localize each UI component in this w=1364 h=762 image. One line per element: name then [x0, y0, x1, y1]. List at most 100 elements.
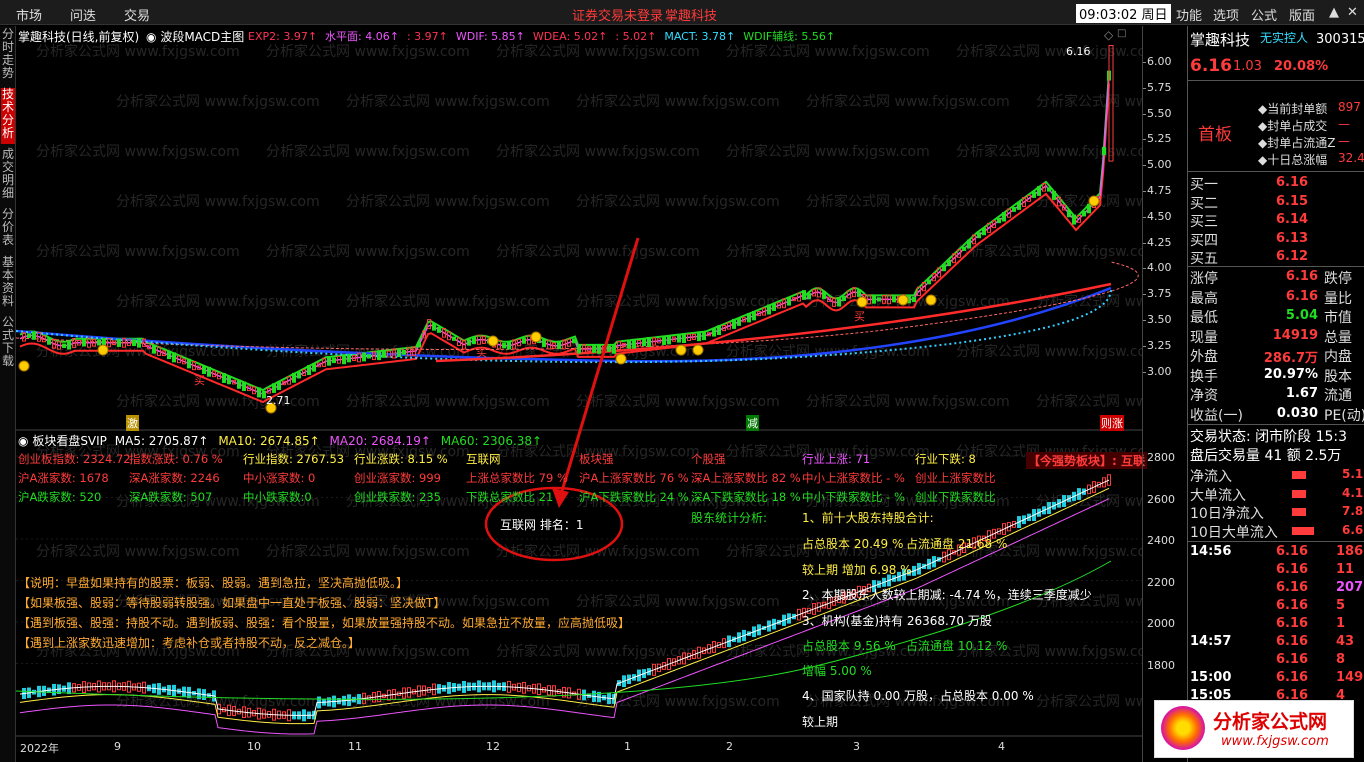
info-label: 量比: [1324, 290, 1352, 307]
square-icon[interactable]: □: [1117, 28, 1126, 39]
close-icon[interactable]: ✕: [1347, 5, 1358, 20]
watermark: 分析家公式网 www.fxjgsw.com: [36, 43, 240, 60]
candle: [507, 341, 511, 350]
diamond-icon[interactable]: ◇: [1104, 28, 1113, 42]
candle: [912, 296, 916, 302]
bid-price: 6.14: [1276, 212, 1309, 227]
candle: [557, 342, 561, 350]
candle: [732, 318, 736, 329]
ma20-value: MA20: 2684.19↑: [329, 434, 431, 448]
candle: [702, 331, 706, 341]
trade-status: 交易状态: 闭市阶段 15:3: [1190, 429, 1348, 445]
watermark: 分析家公式网 www.fxjgsw.com: [726, 143, 930, 160]
watermark: 分析家公式网 www.fxjgsw.com: [956, 243, 1142, 260]
candle: [892, 296, 896, 303]
after-hours: 盘后交易量 41 额 2.5万: [1190, 448, 1342, 464]
candle: [1067, 209, 1071, 218]
tab-price-table[interactable]: 分价表: [1, 208, 15, 250]
sector-rank: 互联网 排名：1: [500, 518, 584, 532]
tick-price: 6.16: [1276, 670, 1309, 685]
quote-panel: 掌趣科技 无实控人 300315 6.16 1.03 20.08% 首板 ◆当前…: [1187, 26, 1364, 762]
chart-area[interactable]: 分析家公式网 www.fxjgsw.com 分析家公式网 www.fxjgsw.c…: [16, 26, 1147, 762]
tick-mark: [1143, 268, 1146, 270]
menu-options[interactable]: 选项: [1213, 5, 1239, 24]
candle: [347, 354, 351, 363]
stat-cell: 指数涨跌: 0.76 %: [129, 452, 223, 466]
watermark: 分析家公式网 www.fxjgsw.com: [1036, 693, 1142, 710]
candle: [747, 313, 751, 323]
candle: [377, 350, 381, 361]
info-value: 286.7万: [1263, 351, 1318, 366]
candle: [502, 343, 506, 349]
candle: [632, 338, 636, 349]
tab-intraday[interactable]: 分时走势: [1, 28, 15, 84]
info-label: 最低: [1190, 310, 1218, 326]
date-tick: 2: [726, 740, 733, 753]
menu-market[interactable]: 市场: [16, 5, 42, 24]
candle: [977, 232, 981, 239]
info-label: 收益(一): [1190, 407, 1243, 424]
price-tick: 5.00: [1147, 158, 1172, 172]
signal-dot: [1088, 195, 1100, 207]
chevron-up-icon[interactable]: ▲: [1329, 5, 1339, 20]
candle: [1102, 146, 1106, 156]
holders-line: 占总股本 9.56 %: [802, 639, 896, 653]
login-notice[interactable]: 证券交易未登录: [572, 5, 663, 24]
tab-formula-download[interactable]: 公式下载: [1, 316, 15, 372]
candle: [642, 339, 646, 347]
formula-name[interactable]: ◉ 波段MACD主图: [146, 28, 244, 45]
info-label: 总量: [1324, 329, 1352, 346]
candle: [522, 337, 526, 344]
menu-formula[interactable]: 公式: [1251, 5, 1277, 24]
candle: [877, 297, 881, 302]
flow-bar: [1292, 489, 1306, 498]
candle: [257, 387, 261, 398]
indicator-value: MACT: 3.78↑: [664, 30, 736, 43]
tick-mark: [1143, 371, 1146, 373]
low-price-label: 2.71: [266, 394, 291, 407]
candle: [577, 344, 581, 354]
info-value: 0.030: [1276, 405, 1318, 421]
candle: [1082, 210, 1086, 217]
ma10-value: MA10: 2674.85↑: [218, 434, 320, 448]
tab-fundamentals[interactable]: 基本资料: [1, 256, 15, 312]
stat-cell: 创业下跌家数比: [915, 490, 996, 504]
info-value: 14919: [1272, 327, 1318, 343]
tick-time: 14:56: [1190, 544, 1232, 559]
tab-technical[interactable]: 技术分析: [1, 88, 15, 144]
stat-cell: 深A涨家数: 2246: [129, 471, 220, 485]
watermark: 分析家公式网 www.fxjgsw.com: [956, 343, 1142, 360]
candle: [667, 335, 671, 345]
stat-cell: 行业涨跌: 8.15 %: [354, 452, 448, 466]
date-tick: 1: [624, 740, 631, 753]
indicator-value: EXP2: 3.97↑: [248, 30, 318, 43]
candle: [327, 356, 331, 366]
menu-layout[interactable]: 版面: [1289, 5, 1315, 24]
menu-trade[interactable]: 交易: [124, 5, 150, 24]
candle: [207, 366, 211, 377]
menu-function[interactable]: 功能: [1176, 5, 1202, 24]
signal-dot: [530, 331, 542, 343]
stat-cell: 沪A跌家数: 520: [18, 490, 102, 504]
stat-cell: 沪A下跌家数比 24 %: [579, 490, 689, 504]
price-change-pct: 20.08%: [1274, 59, 1329, 74]
signal-dot: [615, 353, 627, 365]
candle: [47, 338, 51, 345]
candle: [397, 348, 401, 358]
flow-bar: [1292, 526, 1314, 535]
menu-ask[interactable]: 问迭: [70, 5, 96, 24]
tab-trades[interactable]: 成交明细: [1, 148, 15, 204]
candle: [967, 239, 971, 249]
flow-value: 6.6: [1342, 522, 1364, 537]
candle: [712, 327, 716, 337]
note-line: 【如果板强、股弱：等待股弱转股强。如果盘中一直处于板强、股弱：坚决做T】: [18, 596, 446, 610]
candle: [402, 349, 406, 355]
watermark: 分析家公式网 www.fxjgsw.com: [956, 143, 1142, 160]
indicator-value: WDIF: 5.85↑: [455, 30, 525, 43]
candle: [132, 339, 136, 347]
watermark: 分析家公式网 www.fxjgsw.com: [1036, 393, 1142, 410]
tick-volume: 207: [1336, 580, 1364, 595]
tick-volume: 186: [1336, 544, 1364, 559]
candle: [172, 352, 176, 363]
watermark: 分析家公式网 www.fxjgsw.com: [806, 193, 1010, 210]
